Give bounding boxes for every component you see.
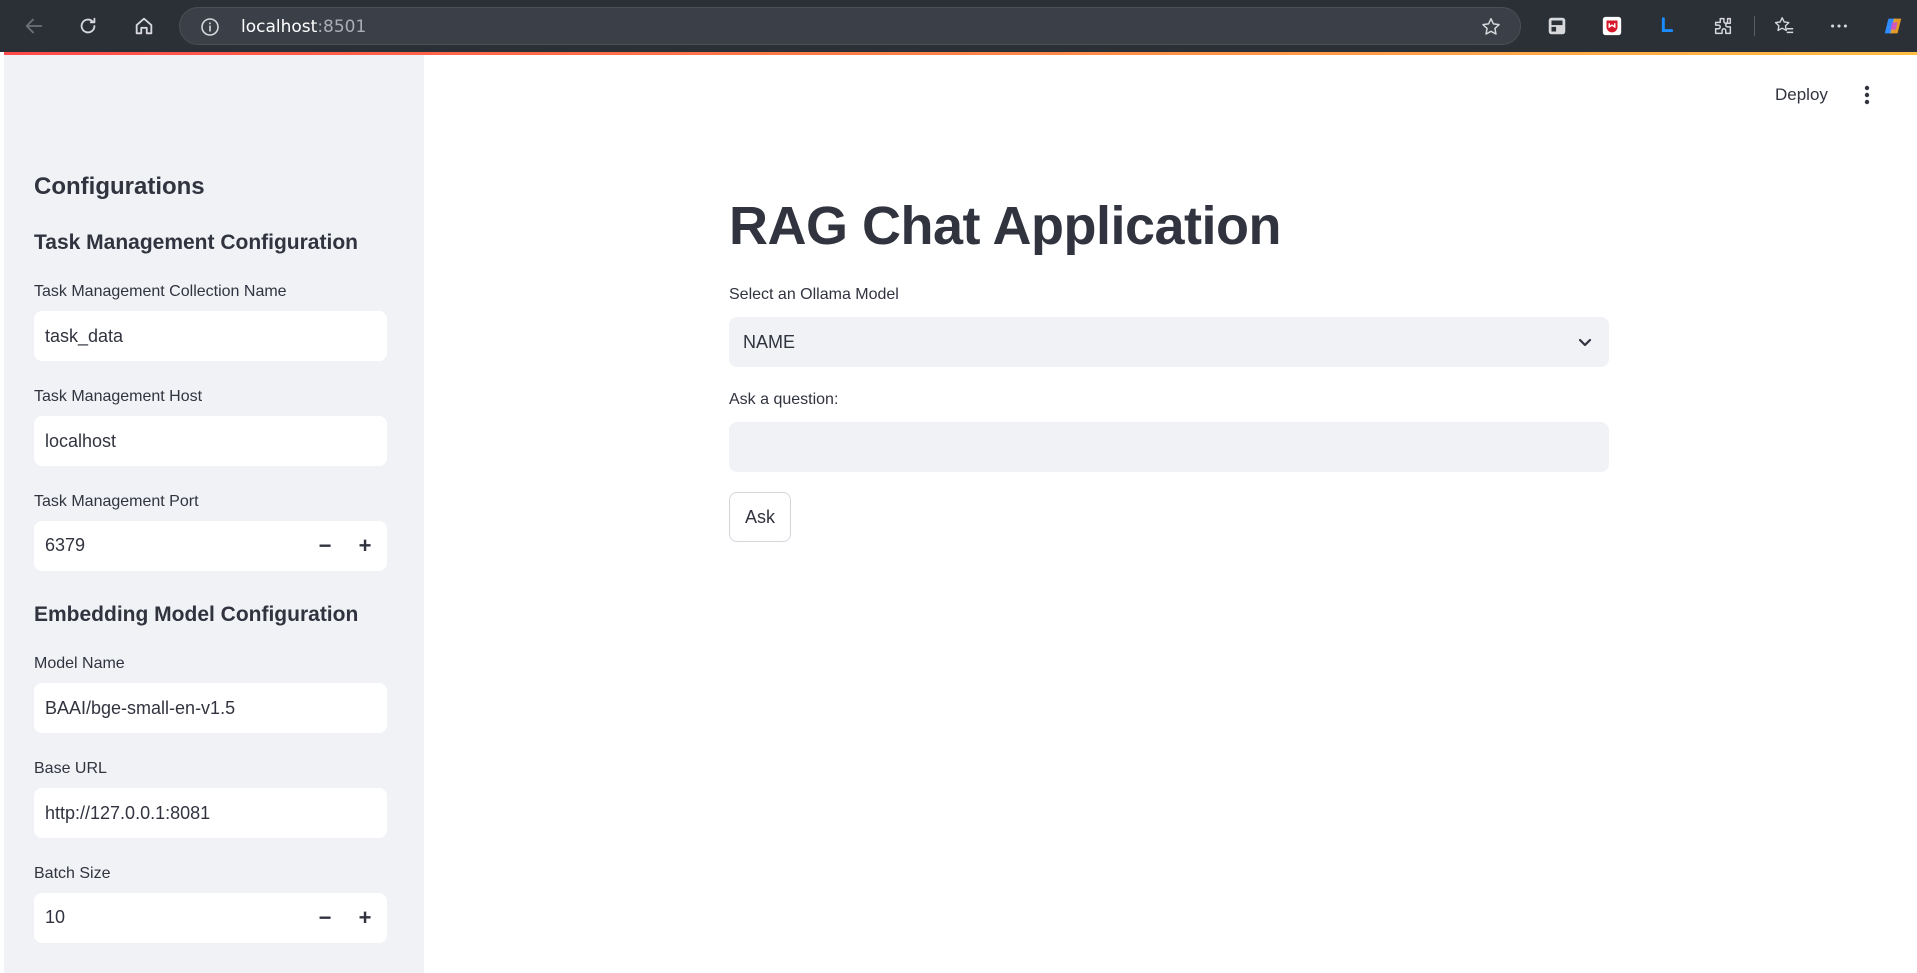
sidebar: Configurations Task Management Configura… [4,55,424,973]
url-text: localhost:8501 [241,17,366,37]
collection-name-label: Task Management Collection Name [34,283,287,300]
base-url-input[interactable]: http://127.0.0.1:8081 [34,788,387,838]
refresh-button[interactable] [71,9,105,43]
batch-size-decrement-button[interactable]: − [310,903,340,933]
toolbar-divider [1754,16,1755,36]
l-extension-icon [1661,17,1674,33]
shield-extension-icon [1602,16,1622,36]
collections-icon [1548,17,1566,35]
port-number-input[interactable]: 6379 − + [34,521,387,571]
page-title: RAG Chat Application [729,196,1282,256]
port-decrement-button[interactable]: − [310,531,340,561]
collection-name-input[interactable]: task_data [34,311,387,361]
batch-size-label: Batch Size [34,865,111,882]
batch-size-increment-button[interactable]: + [350,903,380,933]
batch-size-number-input[interactable]: 10 − + [34,893,387,943]
back-icon [25,18,43,34]
url-host: localhost [241,17,318,37]
host-label: Task Management Host [34,388,203,405]
batch-size-value[interactable]: 10 [45,907,65,928]
ollama-model-select-value: NAME [743,332,796,352]
model-name-label: Model Name [34,655,125,672]
host-input[interactable]: localhost [34,416,387,466]
shield-extension-button[interactable] [1597,11,1627,41]
extensions-icon [1714,17,1732,35]
task-config-title: Task Management Configuration [34,231,358,254]
main-content: Deploy RAG Chat Application Select an Ol… [424,55,1917,973]
sidebar-heading: Configurations [34,173,205,200]
collections-button[interactable] [1542,11,1572,41]
main-menu-button[interactable] [1855,83,1879,107]
question-label: Ask a question: [729,391,839,408]
chevron-down-icon [1578,338,1592,347]
favorites-button[interactable] [1769,11,1799,41]
copilot-icon [1884,18,1902,34]
port-label: Task Management Port [34,493,199,510]
favorites-icon [1774,17,1794,34]
question-input[interactable] [729,422,1609,472]
ask-button[interactable]: Ask [729,492,791,542]
back-button[interactable] [17,9,51,43]
browser-toolbar: localhost:8501 [0,0,1917,52]
embedding-config-title: Embedding Model Configuration [34,603,359,626]
deploy-button[interactable]: Deploy [1775,85,1828,105]
l-extension-button[interactable] [1652,11,1682,41]
info-icon[interactable] [200,17,220,37]
extensions-button[interactable] [1708,11,1738,41]
vertical-more-icon [1864,85,1870,105]
app-window: Configurations Task Management Configura… [4,52,1917,973]
star-icon[interactable] [1480,16,1502,38]
home-icon [135,17,153,35]
port-increment-button[interactable]: + [350,531,380,561]
port-value[interactable]: 6379 [45,535,85,556]
base-url-label: Base URL [34,760,107,777]
more-button[interactable] [1824,11,1854,41]
copilot-button[interactable] [1878,11,1908,41]
model-select-label: Select an Ollama Model [729,286,899,303]
model-name-input[interactable]: BAAI/bge-small-en-v1.5 [34,683,387,733]
url-port: :8501 [317,17,367,37]
address-bar[interactable]: localhost:8501 [179,7,1521,45]
ollama-model-select[interactable]: NAME [729,317,1609,367]
home-button[interactable] [127,9,161,43]
more-icon [1831,24,1847,28]
refresh-icon [80,17,96,34]
